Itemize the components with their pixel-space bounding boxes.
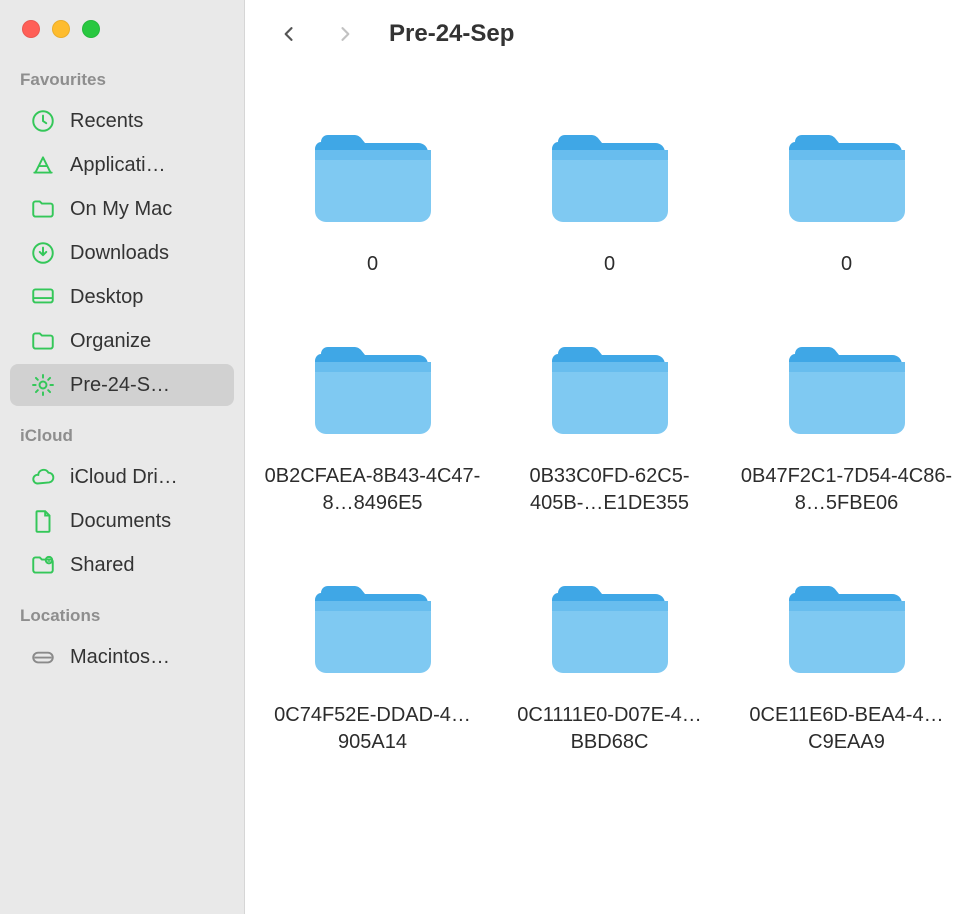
folder-label: 0 — [367, 251, 378, 278]
main-pane: Pre-24-Sep 0 0 0 0B2CFAEA-8B43-4C47-8…8496E… — [245, 0, 974, 914]
folder-item[interactable]: 0C1111E0-D07E-4…BBD68C — [500, 581, 720, 756]
sidebar-item[interactable]: iCloud Dri… — [10, 456, 234, 498]
sidebar-item-label: Downloads — [70, 242, 220, 265]
sidebar-item-label: Applicati… — [70, 154, 220, 177]
folder-icon — [548, 342, 672, 443]
folder-item[interactable]: 0 — [737, 130, 957, 278]
sidebar-item[interactable]: Documents — [10, 500, 234, 542]
folder-item[interactable]: 0 — [263, 130, 483, 278]
folder-label: 0 — [604, 251, 615, 278]
folder-outline-icon — [30, 328, 56, 354]
sidebar: Favourites Recents Applicati… On My Mac Down… — [0, 0, 245, 914]
folder-item[interactable]: 0B2CFAEA-8B43-4C47-8…8496E5 — [263, 342, 483, 517]
sidebar-item[interactable]: Macintos… — [10, 636, 234, 678]
sidebar-item-label: Organize — [70, 330, 220, 353]
disk-icon — [30, 644, 56, 670]
sidebar-item[interactable]: Shared — [10, 544, 234, 586]
fullscreen-window-button[interactable] — [82, 20, 100, 38]
sidebar-item[interactable]: Organize — [10, 320, 234, 362]
sidebar-item[interactable]: Downloads — [10, 232, 234, 274]
folder-icon — [311, 130, 435, 231]
folder-item[interactable]: 0 — [500, 130, 720, 278]
cloud-icon — [30, 464, 56, 490]
folder-label: 0B47F2C1-7D54-4C86-8…5FBE06 — [737, 463, 957, 517]
chevron-left-icon — [279, 24, 299, 44]
sidebar-item-label: iCloud Dri… — [70, 466, 220, 489]
sidebar-item[interactable]: Pre-24-S… — [10, 364, 234, 406]
forward-button[interactable] — [325, 14, 365, 54]
sidebar-item-label: Recents — [70, 110, 220, 133]
folder-item[interactable]: 0B33C0FD-62C5-405B-…E1DE355 — [500, 342, 720, 517]
folder-icon — [785, 130, 909, 231]
folder-item[interactable]: 0B47F2C1-7D54-4C86-8…5FBE06 — [737, 342, 957, 517]
download-circle-icon — [30, 240, 56, 266]
folder-label: 0 — [841, 251, 852, 278]
chevron-right-icon — [335, 24, 355, 44]
folder-icon — [548, 581, 672, 682]
sidebar-item-label: Shared — [70, 554, 220, 577]
desktop-icon — [30, 284, 56, 310]
sidebar-item[interactable]: On My Mac — [10, 188, 234, 230]
back-button[interactable] — [269, 14, 309, 54]
folder-icon — [785, 342, 909, 443]
sidebar-section-label: Locations — [0, 588, 244, 634]
folder-item[interactable]: 0C74F52E-DDAD-4…905A14 — [263, 581, 483, 756]
folder-icon — [548, 130, 672, 231]
clock-icon — [30, 108, 56, 134]
toolbar: Pre-24-Sep — [245, 0, 974, 68]
sidebar-item[interactable]: Applicati… — [10, 144, 234, 186]
sidebar-section-label: Favourites — [0, 64, 244, 98]
sidebar-item-label: Macintos… — [70, 646, 220, 669]
folder-icon — [785, 581, 909, 682]
folder-outline-icon — [30, 196, 56, 222]
sidebar-item[interactable]: Desktop — [10, 276, 234, 318]
close-window-button[interactable] — [22, 20, 40, 38]
folder-content: 0 0 0 0B2CFAEA-8B43-4C47-8…8496E5 0B33C0FD-6… — [245, 68, 974, 914]
window-controls — [0, 10, 244, 64]
sidebar-item-label: Pre-24-S… — [70, 374, 220, 397]
sidebar-item[interactable]: Recents — [10, 100, 234, 142]
folder-label: 0CE11E6D-BEA4-4…C9EAA9 — [737, 702, 957, 756]
folder-label: 0C74F52E-DDAD-4…905A14 — [263, 702, 483, 756]
applications-icon — [30, 152, 56, 178]
sidebar-section-label: iCloud — [0, 408, 244, 454]
folder-label: 0B2CFAEA-8B43-4C47-8…8496E5 — [263, 463, 483, 517]
sidebar-item-label: On My Mac — [70, 198, 220, 221]
folder-item[interactable]: 0CE11E6D-BEA4-4…C9EAA9 — [737, 581, 957, 756]
folder-label: 0C1111E0-D07E-4…BBD68C — [500, 702, 720, 756]
folder-title: Pre-24-Sep — [389, 20, 514, 48]
folder-label: 0B33C0FD-62C5-405B-…E1DE355 — [500, 463, 720, 517]
document-icon — [30, 508, 56, 534]
sidebar-item-label: Documents — [70, 510, 220, 533]
folder-icon — [311, 581, 435, 682]
gear-icon — [30, 372, 56, 398]
folder-icon — [311, 342, 435, 443]
shared-folder-icon — [30, 552, 56, 578]
sidebar-item-label: Desktop — [70, 286, 220, 309]
minimize-window-button[interactable] — [52, 20, 70, 38]
